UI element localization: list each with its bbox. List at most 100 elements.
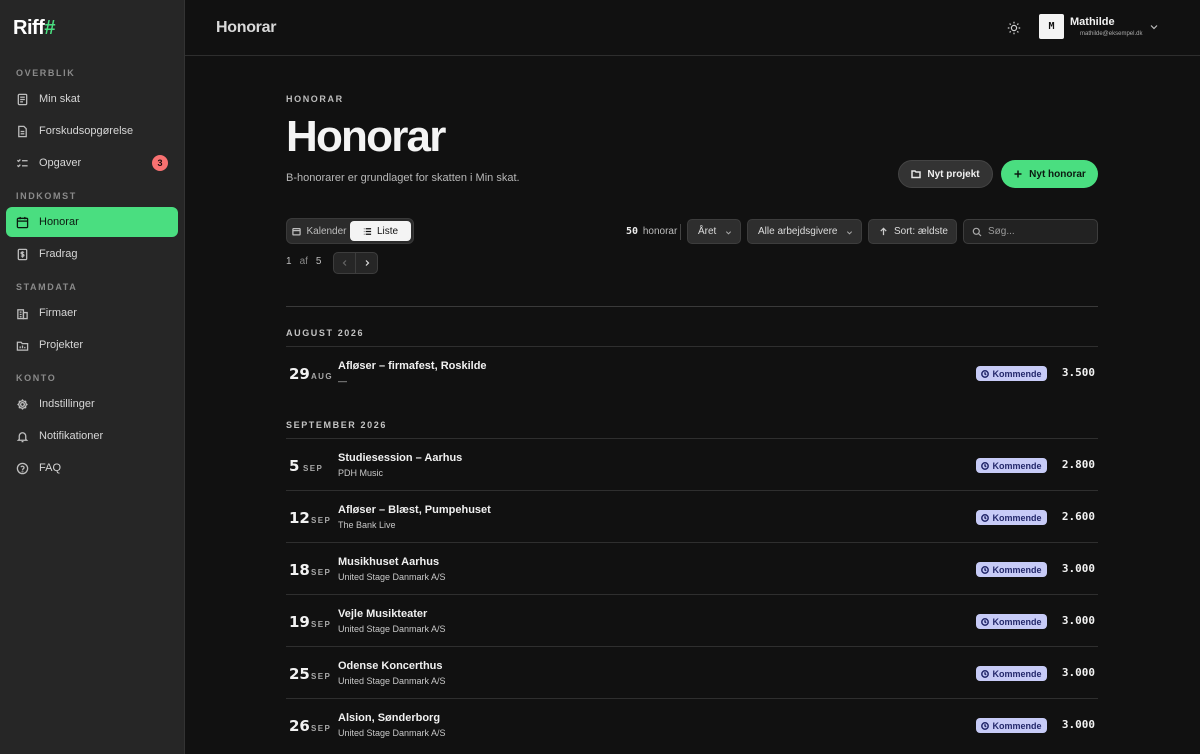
new-project-button[interactable]: Nyt projekt <box>898 160 993 188</box>
month-heading: SEPTEMBER 2026 <box>286 420 387 430</box>
count-badge: 3 <box>152 155 168 171</box>
sidebar-item-label: Firmaer <box>39 307 77 319</box>
page-total: 5 <box>315 256 322 267</box>
period-select-value: Året <box>698 226 717 237</box>
list-item[interactable]: 18 SEP Musikhuset Aarhus United Stage Da… <box>286 542 1098 594</box>
list-icon <box>363 227 372 235</box>
sidebar-item-min-skat[interactable]: Min skat <box>6 84 178 114</box>
result-count-label: honorar <box>642 226 678 237</box>
row-month: SEP <box>311 620 332 629</box>
prev-page-button[interactable] <box>334 253 356 273</box>
sort-label: Sort: ældste <box>894 226 948 237</box>
list-item[interactable]: 26 SEP Alsion, Sønderborg United Stage D… <box>286 698 1098 750</box>
calendar-icon <box>292 227 302 236</box>
new-honorar-button[interactable]: Nyt honorar <box>1001 160 1098 188</box>
status-label: Kommende <box>992 512 1042 523</box>
theme-toggle-sun-icon[interactable] <box>1007 21 1021 35</box>
sidebar-item-honorar[interactable]: Honorar <box>6 207 178 237</box>
row-amount: 2.800 <box>1061 458 1095 471</box>
result-count: 50 honorar <box>626 226 677 237</box>
list-item[interactable]: 12 SEP Afløser – Blæst, Pumpehuset The B… <box>286 490 1098 542</box>
list-item[interactable]: 25 SEP Odense Koncerthus United Stage Da… <box>286 646 1098 698</box>
logo-accent: # <box>44 16 55 39</box>
folder-icon <box>16 341 29 351</box>
folder-icon <box>911 170 922 179</box>
view-list-button[interactable]: Liste <box>350 221 411 241</box>
user-menu[interactable]: M Mathilde mathilde@eksempel.dk <box>1039 14 1142 39</box>
row-title: Studiesession – Aarhus <box>338 452 463 464</box>
page-current: 1 <box>286 256 292 267</box>
building-icon <box>17 308 28 319</box>
sidebar-item-projekter[interactable]: Projekter <box>6 330 178 360</box>
row-month: SEP <box>311 724 332 733</box>
sidebar-item-firmaer[interactable]: Firmaer <box>6 298 178 328</box>
row-subtitle: United Stage Danmark A/S <box>338 572 446 582</box>
clock-icon <box>981 461 990 470</box>
row-day: 18 <box>289 561 310 579</box>
sidebar-item-label: Projekter <box>39 339 84 351</box>
topbar: Honorar M Mathilde mathilde@eksempel.dk <box>185 0 1200 56</box>
clock-icon <box>981 513 990 522</box>
list-item[interactable]: 5 SEP Studiesession – Aarhus PDH Music K… <box>286 438 1098 490</box>
status-badge: Kommende <box>976 562 1047 577</box>
help-icon <box>16 462 29 474</box>
next-page-button[interactable] <box>356 253 377 273</box>
row-amount: 3.000 <box>1061 562 1095 575</box>
sidebar-item-label: Fradrag <box>39 248 78 260</box>
clock-icon <box>981 369 990 378</box>
list-item[interactable]: 19 SEP Vejle Musikteater United Stage Da… <box>286 594 1098 646</box>
chevron-down-icon[interactable] <box>1149 22 1159 32</box>
sidebar-item-label: Indstillinger <box>39 398 95 410</box>
row-amount: 3.000 <box>1061 666 1095 679</box>
view-calendar-button[interactable]: Kalender <box>289 221 350 241</box>
status-label: Kommende <box>992 668 1042 679</box>
view-calendar-label: Kalender <box>306 225 347 237</box>
view-list-label: Liste <box>376 225 399 237</box>
row-title: Afløser – Blæst, Pumpehuset <box>338 504 491 516</box>
month-heading: AUGUST 2026 <box>286 328 365 338</box>
sidebar-item-forskudsopgorelse[interactable]: Forskudsopgørelse <box>6 116 178 146</box>
bell-icon <box>16 431 29 442</box>
row-amount: 2.600 <box>1061 510 1095 523</box>
sidebar-item-fradrag[interactable]: Fradrag <box>6 239 178 269</box>
result-count-number: 50 <box>626 226 639 237</box>
sidebar-item-label: Forskudsopgørelse <box>39 125 134 137</box>
sidebar-item-indstillinger[interactable]: Indstillinger <box>6 389 178 419</box>
clock-icon <box>981 565 990 574</box>
search-input[interactable] <box>988 226 1088 237</box>
pagination-buttons <box>333 252 378 274</box>
chevron-down-icon <box>846 231 853 235</box>
row-subtitle: PDH Music <box>338 468 384 478</box>
status-badge: Kommende <box>976 666 1047 681</box>
row-day: 12 <box>289 509 310 527</box>
sidebar-item-notifikationer[interactable]: Notifikationer <box>6 421 178 451</box>
sidebar: Riff # OVERBLIK Min skat Forskudsopgørels… <box>0 0 185 754</box>
row-month: SEP <box>311 516 332 525</box>
document-icon <box>18 125 27 137</box>
list-item[interactable]: 29 AUG Afløser – firmafest, Roskilde — K… <box>286 346 1098 398</box>
sidebar-item-opgaver[interactable]: Opgaver 3 <box>6 148 178 178</box>
page-title: Honorar <box>286 112 446 161</box>
chevron-down-icon <box>725 231 732 235</box>
sidebar-item-label: Notifikationer <box>39 430 104 442</box>
app-logo[interactable]: Riff # <box>0 0 184 56</box>
status-label: Kommende <box>992 720 1042 731</box>
row-subtitle: The Bank Live <box>338 520 396 530</box>
list-divider <box>286 306 1098 307</box>
receipt-icon <box>17 93 28 105</box>
row-amount: 3.000 <box>1061 718 1095 731</box>
clock-icon <box>981 617 990 626</box>
pagination-info: 1 af 5 <box>286 256 321 267</box>
employer-select[interactable]: Alle arbejdsgivere <box>747 219 862 244</box>
status-label: Kommende <box>992 368 1042 379</box>
search-box <box>963 219 1098 244</box>
row-amount: 3.500 <box>1061 366 1095 379</box>
row-title: Alsion, Sønderborg <box>338 712 441 724</box>
row-subtitle: United Stage Danmark A/S <box>338 676 446 686</box>
section-indkomst: INDKOMST <box>16 191 77 201</box>
row-month: AUG <box>311 372 333 381</box>
sidebar-item-faq[interactable]: FAQ <box>6 453 178 483</box>
sort-button[interactable]: Sort: ældste <box>868 219 957 244</box>
clock-icon <box>981 721 990 730</box>
period-select[interactable]: Året <box>687 219 741 244</box>
